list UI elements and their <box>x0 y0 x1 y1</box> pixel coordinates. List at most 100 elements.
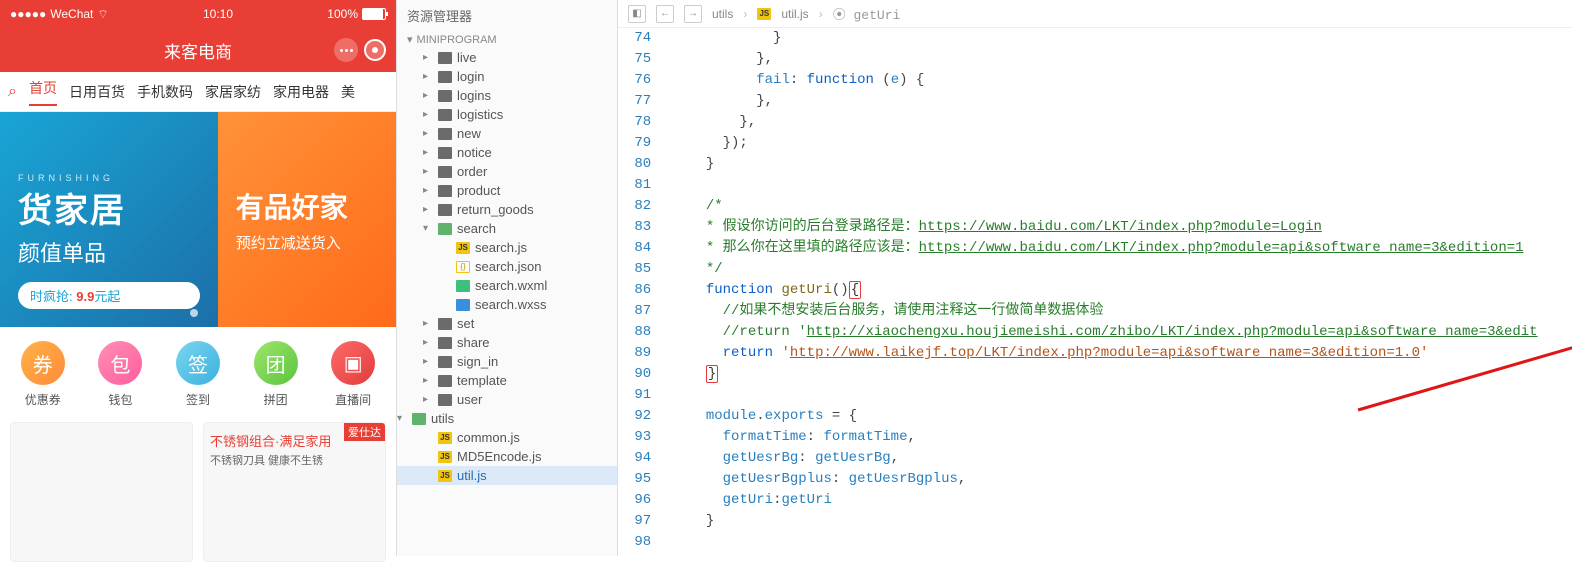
explorer-root[interactable]: ▾ MINIPROGRAM <box>397 31 617 48</box>
carrier-label: WeChat <box>50 7 93 21</box>
capsule-menu-icon[interactable] <box>334 38 358 62</box>
tree-item[interactable]: ▸template <box>397 371 617 390</box>
chevron-right-icon: ▸ <box>423 166 433 177</box>
breadcrumb-symbol[interactable]: ⦿ getUri <box>833 4 901 23</box>
live-icon: ▣ <box>331 341 375 385</box>
checkin-icon: 签 <box>176 341 220 385</box>
folder-icon <box>438 71 452 83</box>
chevron-right-icon: ▸ <box>423 147 433 158</box>
folder-icon <box>438 90 452 102</box>
product-row: 爱仕达 不锈钢组合·满足家用 不锈钢刀具 健康不生锈 <box>0 422 396 562</box>
breadcrumb: ◧ ← → utils › JS util.js › ⦿ getUri <box>618 0 1572 28</box>
tree-item[interactable]: ▸return_goods <box>397 200 617 219</box>
tree-item[interactable]: ▸sign_in <box>397 352 617 371</box>
breadcrumb-folder[interactable]: utils <box>712 7 733 21</box>
battery-pct: 100% <box>327 7 358 21</box>
quick-live[interactable]: ▣直播间 <box>331 341 375 408</box>
tree-item[interactable]: ▸product <box>397 181 617 200</box>
chevron-right-icon: ▸ <box>423 394 433 405</box>
tree-item[interactable]: ▸logistics <box>397 105 617 124</box>
tree-item[interactable]: JSutil.js <box>397 466 617 485</box>
folder-open-icon <box>438 223 452 235</box>
wifi-icon: ⌔ <box>97 7 108 22</box>
battery-icon <box>362 8 386 20</box>
chevron-right-icon: › <box>819 7 823 21</box>
chevron-down-icon: ▾ <box>397 413 407 424</box>
js-file-icon: JS <box>456 242 470 254</box>
tree-item[interactable]: ▸order <box>397 162 617 181</box>
line-gutter: 7475767778798081828384858687888990919293… <box>618 28 666 556</box>
js-file-icon: JS <box>438 470 452 482</box>
chevron-right-icon: ▸ <box>423 356 433 367</box>
folder-icon <box>438 375 452 387</box>
nav-fwd-icon[interactable]: → <box>684 5 702 23</box>
banner-title: 货家居 <box>18 183 200 232</box>
folder-icon <box>438 109 452 121</box>
code-editor[interactable]: ◧ ← → utils › JS util.js › ⦿ getUri 7475… <box>618 0 1572 556</box>
tree-item[interactable]: ▸new <box>397 124 617 143</box>
chevron-right-icon: ▸ <box>423 204 433 215</box>
folder-icon <box>438 166 452 178</box>
folder-icon <box>438 318 452 330</box>
tree-item[interactable]: ▸set <box>397 314 617 333</box>
tree-item[interactable]: search.wxss <box>397 295 617 314</box>
banner-tiny: FURNISHING <box>18 173 200 183</box>
chevron-down-icon: ▾ <box>407 33 413 46</box>
breadcrumb-file[interactable]: util.js <box>781 7 808 21</box>
quick-coupon[interactable]: 券优惠券 <box>21 341 65 408</box>
tree-item[interactable]: ▸login <box>397 67 617 86</box>
quick-wallet[interactable]: 包钱包 <box>98 341 142 408</box>
file-explorer[interactable]: 资源管理器 ▾ MINIPROGRAM ▸live▸login▸logins▸l… <box>396 0 618 556</box>
brand-badge: 爱仕达 <box>344 423 385 441</box>
tab-phone[interactable]: 手机数码 <box>137 82 193 102</box>
tree-item[interactable]: {}search.json <box>397 257 617 276</box>
tab-home[interactable]: 首页 <box>29 78 57 106</box>
tree-item[interactable]: JSsearch.js <box>397 238 617 257</box>
product-card[interactable] <box>10 422 193 562</box>
tree-item[interactable]: ▾utils <box>397 409 617 428</box>
tree-item[interactable]: search.wxml <box>397 276 617 295</box>
chevron-right-icon: ▸ <box>423 109 433 120</box>
tree-item[interactable]: ▸user <box>397 390 617 409</box>
folder-icon <box>438 52 452 64</box>
tree-item[interactable]: JSMD5Encode.js <box>397 447 617 466</box>
app-title: 来客电商 <box>164 38 232 63</box>
tree-item[interactable]: ▸logins <box>397 86 617 105</box>
chevron-down-icon: ▾ <box>423 223 433 234</box>
tree-item[interactable]: ▸live <box>397 48 617 67</box>
tree-item[interactable]: JScommon.js <box>397 428 617 447</box>
tab-appliance[interactable]: 家用电器 <box>273 82 329 102</box>
wallet-icon: 包 <box>98 341 142 385</box>
coupon-icon: 券 <box>21 341 65 385</box>
split-left-icon[interactable]: ◧ <box>628 5 646 23</box>
app-navbar: 来客电商 <box>0 28 396 72</box>
tree-item[interactable]: ▸notice <box>397 143 617 162</box>
folder-icon <box>438 356 452 368</box>
chevron-right-icon: ▸ <box>423 185 433 196</box>
quick-group[interactable]: 团拼团 <box>254 341 298 408</box>
signal-dots-icon: ●●●●● <box>10 7 46 21</box>
tree-item[interactable]: ▾search <box>397 219 617 238</box>
wxml-file-icon <box>456 280 470 292</box>
nav-back-icon[interactable]: ← <box>656 5 674 23</box>
capsule-close-icon[interactable] <box>364 39 386 61</box>
tab-daily[interactable]: 日用百货 <box>69 82 125 102</box>
tab-home-textile[interactable]: 家居家纺 <box>205 82 261 102</box>
chevron-right-icon: ▸ <box>423 337 433 348</box>
quick-checkin[interactable]: 签签到 <box>176 341 220 408</box>
category-tabs: ⌕ 首页 日用百货 手机数码 家居家纺 家用电器 美 <box>0 72 396 112</box>
tab-more[interactable]: 美 <box>341 82 355 102</box>
code-lines[interactable]: } }, fail: function (e) { }, }, }); } /*… <box>666 28 1537 556</box>
folder-open-icon <box>412 413 426 425</box>
product-sub: 不锈钢刀具 健康不生锈 <box>210 452 379 468</box>
clock-label: 10:10 <box>109 7 328 21</box>
tree-item[interactable]: ▸share <box>397 333 617 352</box>
chevron-right-icon: ▸ <box>423 71 433 82</box>
chevron-right-icon: ▸ <box>423 128 433 139</box>
folder-icon <box>438 128 452 140</box>
banner-carousel[interactable]: FURNISHING 货家居 颜值单品 时疯抢: 9.9元起 有品好家 预约立减… <box>0 112 396 327</box>
explorer-title: 资源管理器 <box>397 0 617 31</box>
search-icon[interactable]: ⌕ <box>8 83 17 101</box>
product-card[interactable]: 爱仕达 不锈钢组合·满足家用 不锈钢刀具 健康不生锈 <box>203 422 386 562</box>
js-file-icon: JS <box>757 8 771 20</box>
